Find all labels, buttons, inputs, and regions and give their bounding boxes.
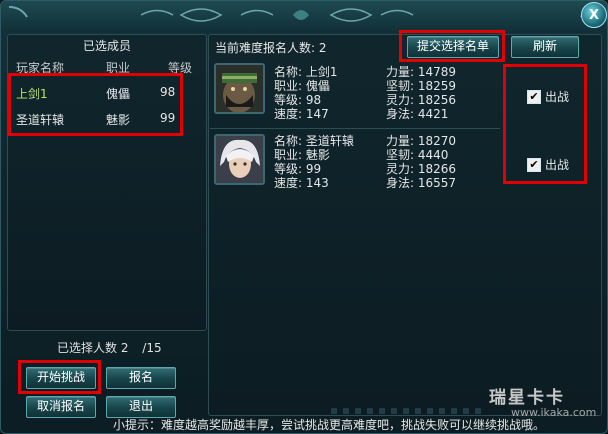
panel-title: 已选成员 bbox=[82, 39, 131, 53]
cancel-signup-button[interactable]: 取消报名 bbox=[26, 396, 96, 418]
refresh-button[interactable]: 刷新 bbox=[511, 36, 579, 58]
close-button[interactable]: X bbox=[581, 2, 607, 28]
player-card[interactable]: 名称: 圣道轩辕 职业: 魅影 等级: 99 速度: 143 力量: 18270… bbox=[210, 128, 500, 192]
watermark-url: www.ikaka.com bbox=[511, 406, 597, 419]
player-portrait bbox=[214, 134, 265, 185]
tip-text: 小提示：难度越高奖励越丰厚，尝试挑战更高难度吧，挑战失败可以继续挑战哦。 bbox=[113, 418, 546, 432]
stat-speed: 速度: 143 bbox=[274, 176, 329, 190]
stat-agility: 身法: 16557 bbox=[386, 176, 457, 190]
decorative-dots bbox=[331, 408, 481, 414]
signup-button[interactable]: 报名 bbox=[106, 367, 176, 389]
watermark-logo: 瑞星卡卡 bbox=[489, 388, 565, 408]
ornament-decoration bbox=[8, 6, 600, 22]
selected-max: /15 bbox=[142, 341, 162, 355]
player-card[interactable]: 名称: 上剑1 职业: 傀儡 等级: 98 速度: 147 力量: 14789 … bbox=[210, 59, 500, 122]
dialog-window: X 已选成员 玩家名称 职业 等级 上剑1 傀儡 98 圣道轩辕 魅影 99 已… bbox=[0, 0, 608, 434]
selected-count: 已选择人数 2 /15 bbox=[57, 339, 162, 356]
signup-count-header: 当前难度报名人数: 2 bbox=[215, 41, 327, 55]
stat-speed: 速度: 147 bbox=[274, 107, 329, 121]
player-portrait bbox=[214, 63, 265, 114]
start-button-highlight bbox=[18, 360, 101, 394]
checkbox-highlight bbox=[503, 64, 587, 184]
title-bar bbox=[1, 1, 607, 31]
members-highlight-box bbox=[8, 73, 183, 136]
submit-button-highlight bbox=[399, 30, 505, 62]
selected-count-label: 已选择人数 2 bbox=[57, 341, 129, 355]
exit-button[interactable]: 退出 bbox=[106, 396, 176, 418]
stat-agility: 身法: 4421 bbox=[386, 107, 449, 121]
